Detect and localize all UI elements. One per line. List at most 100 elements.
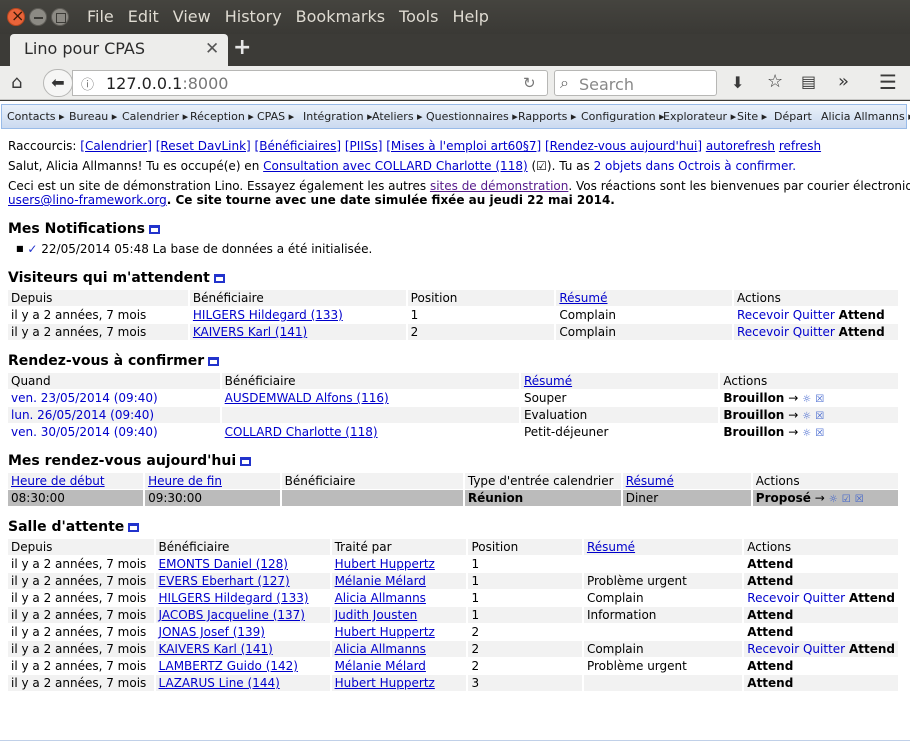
- gear-icon[interactable]: ☼: [802, 411, 811, 422]
- shortcut-art60[interactable]: [Mises à l'emploi art60§7]: [386, 139, 541, 153]
- col-depuis[interactable]: Depuis: [8, 290, 188, 306]
- shortcut-beneficiaires[interactable]: [Bénéficiaires]: [255, 139, 341, 153]
- user-link[interactable]: Hubert Huppertz: [335, 557, 435, 571]
- menu-bureau[interactable]: Bureau ▸: [69, 110, 117, 123]
- cancel-icon[interactable]: ☒: [815, 411, 824, 422]
- client-link[interactable]: AUSDEMWALD Alfons (116): [225, 391, 389, 405]
- receive-button[interactable]: Recevoir: [747, 591, 799, 605]
- user-link[interactable]: Judith Jousten: [335, 608, 418, 622]
- menu-depart[interactable]: Départ: [774, 110, 812, 123]
- col-beneficiaire[interactable]: Bénéficiaire: [189, 290, 406, 306]
- client-link[interactable]: KAIVERS Karl (141): [193, 325, 307, 339]
- leave-button[interactable]: Quitter: [793, 308, 835, 322]
- demo-sites-link[interactable]: sites de démonstration: [430, 179, 568, 193]
- user-link[interactable]: Hubert Huppertz: [335, 676, 435, 690]
- open-window-icon[interactable]: [128, 523, 140, 532]
- menu-site[interactable]: Site ▸: [737, 110, 767, 123]
- open-window-icon[interactable]: [208, 357, 220, 366]
- col-end[interactable]: Heure de fin: [145, 473, 280, 489]
- col-resume[interactable]: Résumé: [583, 539, 743, 555]
- user-link[interactable]: Alicia Allmanns: [335, 642, 426, 656]
- receive-button[interactable]: Recevoir: [747, 642, 799, 656]
- open-window-icon[interactable]: [149, 225, 160, 234]
- email-link[interactable]: users@lino-framework.org: [8, 193, 167, 207]
- col-resume[interactable]: Résumé: [622, 473, 751, 489]
- shortcut-piiss[interactable]: [PIISs]: [345, 139, 383, 153]
- consultation-link[interactable]: Consultation avec COLLARD Charlotte (118…: [263, 159, 528, 173]
- client-link[interactable]: COLLARD Charlotte (118): [225, 425, 378, 439]
- open-window-icon[interactable]: [240, 457, 252, 466]
- client-link[interactable]: JACOBS Jacqueline (137): [159, 608, 305, 622]
- home-icon[interactable]: ⌂: [11, 72, 22, 93]
- search-input[interactable]: ⌕ Search: [554, 70, 717, 96]
- gear-icon[interactable]: ☼: [802, 394, 811, 405]
- open-window-icon[interactable]: [213, 274, 225, 283]
- client-link[interactable]: JONAS Josef (139): [159, 625, 265, 639]
- tab-close-icon[interactable]: ✕: [205, 39, 219, 59]
- refresh-link[interactable]: refresh: [779, 139, 821, 153]
- menu-cpas[interactable]: CPAS ▸: [257, 110, 294, 123]
- autorefresh-link[interactable]: autorefresh: [706, 139, 775, 153]
- window-maximize-icon[interactable]: [51, 8, 69, 26]
- col-traite-par[interactable]: Traité par: [331, 539, 467, 555]
- menu-rapports[interactable]: Rapports ▸: [518, 110, 576, 123]
- leave-button[interactable]: Quitter: [803, 591, 845, 605]
- leave-button[interactable]: Quitter: [793, 325, 835, 339]
- receive-button[interactable]: Recevoir: [737, 325, 789, 339]
- client-link[interactable]: EMONTS Daniel (128): [159, 557, 288, 571]
- menu-explorateur[interactable]: Explorateur ▸: [663, 110, 736, 123]
- client-link[interactable]: EVERS Eberhart (127): [159, 574, 290, 588]
- col-beneficiaire[interactable]: Bénéficiaire: [155, 539, 330, 555]
- col-depuis[interactable]: Depuis: [8, 539, 154, 555]
- cancel-icon[interactable]: ☒: [815, 394, 824, 405]
- menu-integration[interactable]: Intégration ▸: [303, 110, 373, 123]
- menu-reception[interactable]: Réception ▸: [190, 110, 254, 123]
- cancel-icon[interactable]: ☒: [815, 428, 824, 439]
- client-link[interactable]: LAMBERTZ Guido (142): [159, 659, 298, 673]
- date-link[interactable]: ven. 23/05/2014 (09:40): [11, 391, 158, 405]
- menu-user[interactable]: Alicia Allmanns ▸: [821, 110, 910, 123]
- menu-edit[interactable]: Edit: [128, 7, 159, 26]
- col-quand[interactable]: Quand: [8, 373, 220, 389]
- cancel-icon[interactable]: ☒: [855, 494, 864, 505]
- menu-tools[interactable]: Tools: [399, 7, 438, 26]
- menu-calendrier[interactable]: Calendrier ▸: [122, 110, 188, 123]
- user-link[interactable]: Alicia Allmanns: [335, 591, 426, 605]
- menu-questionnaires[interactable]: Questionnaires ▸: [426, 110, 518, 123]
- overflow-chevron-icon[interactable]: »: [838, 71, 849, 92]
- menu-file[interactable]: File: [87, 7, 114, 26]
- gear-icon[interactable]: ☼: [829, 494, 838, 505]
- bookmark-star-icon[interactable]: ☆: [767, 71, 783, 92]
- shortcut-reset-davlink[interactable]: [Reset DavLink]: [156, 139, 251, 153]
- menu-view[interactable]: View: [173, 7, 211, 26]
- col-beneficiaire[interactable]: Bénéficiaire: [281, 473, 463, 489]
- user-link[interactable]: Mélanie Mélard: [335, 659, 426, 673]
- reload-icon[interactable]: ↻: [523, 74, 536, 92]
- shortcut-today[interactable]: [Rendez-vous aujourd'hui]: [545, 139, 702, 153]
- client-link[interactable]: HILGERS Hildegard (133): [159, 591, 309, 605]
- info-icon[interactable]: ⓘ: [81, 74, 94, 93]
- col-beneficiaire[interactable]: Bénéficiaire: [221, 373, 519, 389]
- client-link[interactable]: KAIVERS Karl (141): [159, 642, 273, 656]
- hamburger-menu-icon[interactable]: ☰: [879, 70, 897, 94]
- checkbox-icon[interactable]: ☑: [842, 494, 851, 505]
- col-position[interactable]: Position: [468, 539, 582, 555]
- col-position[interactable]: Position: [407, 290, 555, 306]
- octrois-link[interactable]: 2 objets dans Octrois à confirmer.: [594, 159, 796, 173]
- tab-lino[interactable]: Lino pour CPAS ✕: [10, 34, 228, 66]
- menu-configuration[interactable]: Configuration ▸: [581, 110, 665, 123]
- download-icon[interactable]: ⬇: [731, 73, 744, 92]
- user-link[interactable]: Hubert Huppertz: [335, 625, 435, 639]
- col-resume[interactable]: Résumé: [520, 373, 719, 389]
- client-link[interactable]: HILGERS Hildegard (133): [193, 308, 343, 322]
- url-bar[interactable]: ⓘ 127.0.0.1:8000 ↻: [72, 70, 548, 96]
- menu-help[interactable]: Help: [452, 7, 488, 26]
- receive-button[interactable]: Recevoir: [737, 308, 789, 322]
- window-close-icon[interactable]: [7, 6, 25, 26]
- menu-ateliers[interactable]: Ateliers ▸: [372, 110, 423, 123]
- gear-icon[interactable]: ☼: [802, 428, 811, 439]
- leave-button[interactable]: Quitter: [803, 642, 845, 656]
- window-minimize-icon[interactable]: [29, 8, 47, 26]
- reading-list-icon[interactable]: ▤: [801, 72, 816, 91]
- client-link[interactable]: LAZARUS Line (144): [159, 676, 280, 690]
